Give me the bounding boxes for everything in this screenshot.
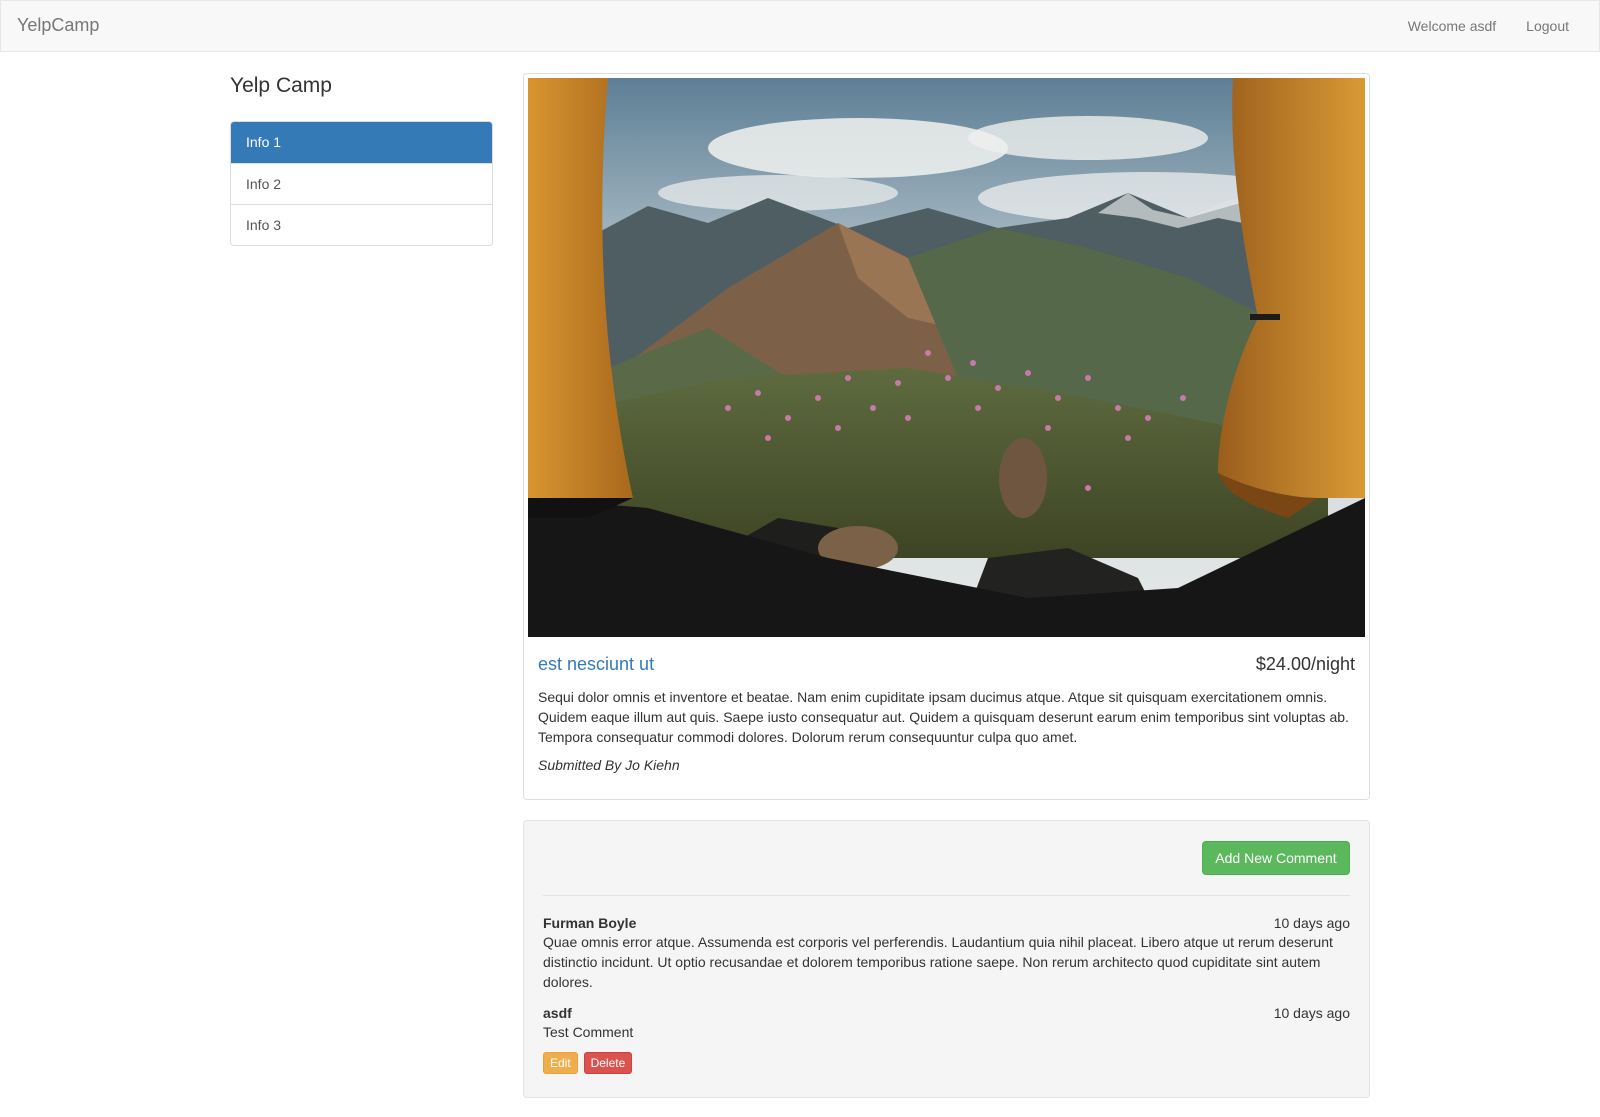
campground-price: $24.00/night — [1255, 654, 1355, 674]
comment-item: asdf 10 days ago Test Comment Edit Delet… — [543, 1005, 1350, 1074]
navbar-right: Welcome asdf Logout — [1408, 18, 1569, 34]
campground-submitted-by: Submitted By Jo Kiehn — [538, 757, 680, 773]
comment-author: Furman Boyle — [543, 915, 637, 931]
sidebar-item-info-3[interactable]: Info 3 — [231, 204, 492, 245]
comments-divider — [543, 895, 1350, 896]
campground-description: Sequi dolor omnis et inventore et beatae… — [538, 689, 1349, 745]
campground-title-link[interactable]: est nesciunt ut — [538, 654, 654, 675]
comment-text: Quae omnis error atque. Assumenda est co… — [543, 934, 1333, 990]
brand-link[interactable]: YelpCamp — [17, 15, 99, 36]
navbar: YelpCamp Welcome asdf Logout — [0, 0, 1600, 52]
sidebar-item-info-1[interactable]: Info 1 — [231, 122, 492, 163]
add-new-comment-button[interactable]: Add New Comment — [1202, 841, 1350, 875]
comment-text: Test Comment — [543, 1024, 634, 1040]
tent-mountain-view-photo-icon — [528, 78, 1365, 637]
campground-image — [528, 78, 1365, 637]
sidebar-list: Info 1 Info 2 Info 3 — [230, 121, 493, 246]
delete-comment-button[interactable]: Delete — [583, 1052, 633, 1074]
edit-comment-button[interactable]: Edit — [543, 1052, 578, 1074]
campground-card: est nesciunt ut $24.00/night Sequi dolor… — [523, 73, 1370, 800]
comments-well: Add New Comment Furman Boyle 10 days ago… — [523, 820, 1370, 1098]
sidebar-item-info-2[interactable]: Info 2 — [231, 163, 492, 204]
comment-item: Furman Boyle 10 days ago Quae omnis erro… — [543, 915, 1350, 992]
comment-actions: Edit Delete — [543, 1052, 1350, 1074]
logout-link[interactable]: Logout — [1526, 18, 1569, 34]
comment-timestamp: 10 days ago — [1273, 1005, 1350, 1021]
comment-timestamp: 10 days ago — [1273, 915, 1350, 931]
comment-author: asdf — [543, 1005, 572, 1021]
welcome-link[interactable]: Welcome asdf — [1408, 18, 1496, 34]
sidebar-title: Yelp Camp — [230, 74, 332, 97]
